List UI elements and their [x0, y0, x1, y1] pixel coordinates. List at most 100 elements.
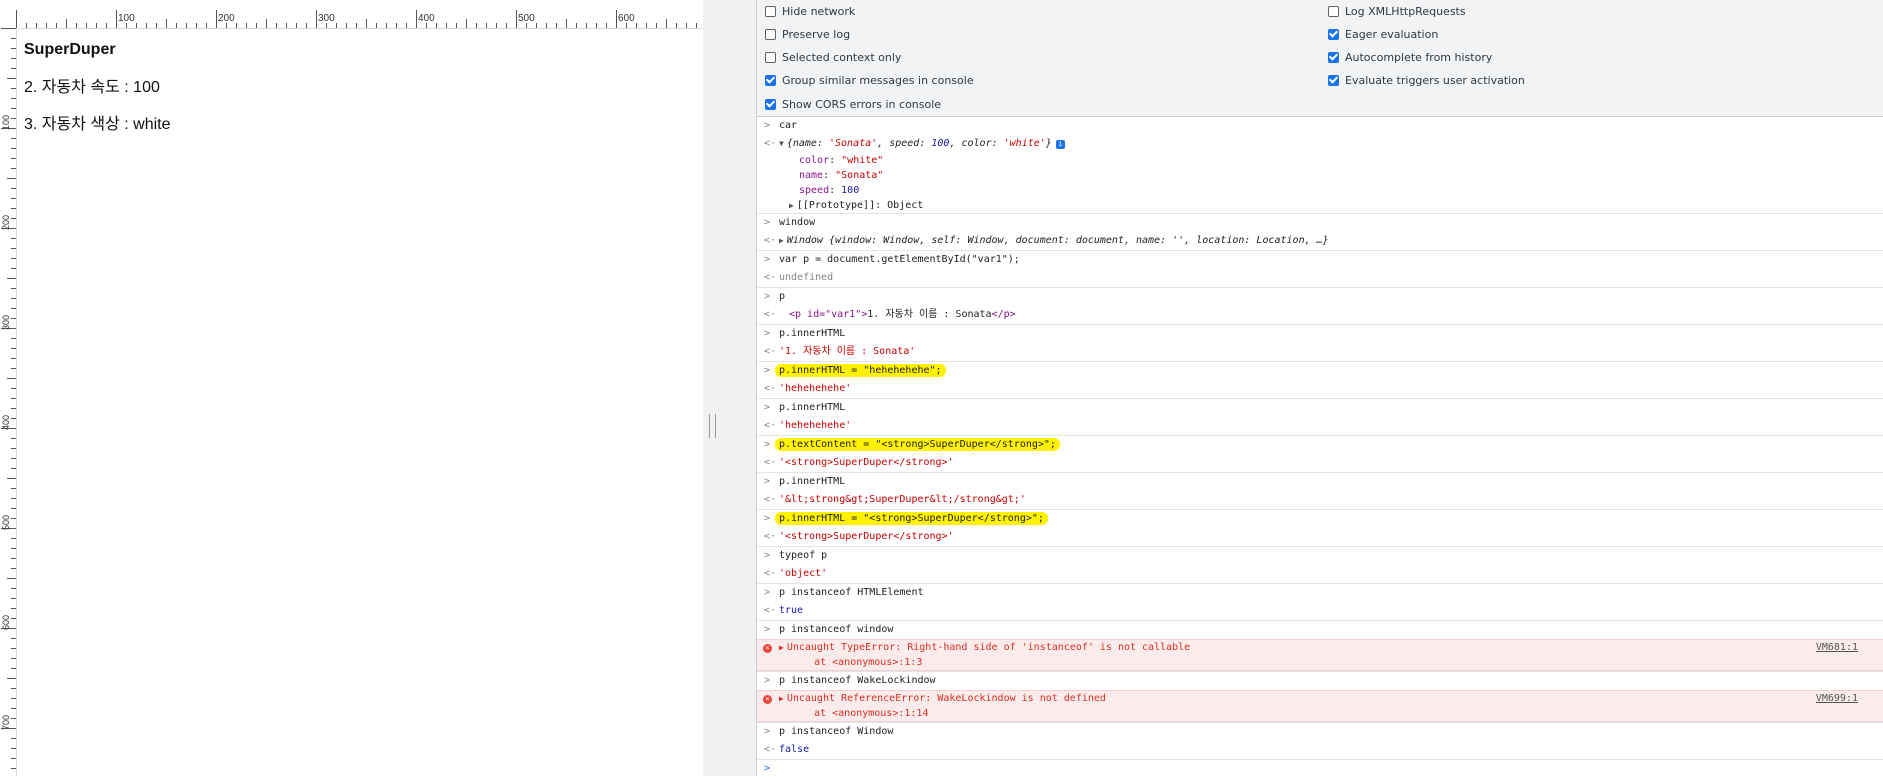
object-property: color: "white" — [799, 155, 884, 166]
console-settings: Hide network Preserve log Selected conte… — [757, 0, 1883, 117]
output-arrow-icon: <· — [764, 138, 777, 149]
output-arrow-icon: <· — [764, 309, 777, 320]
property-text: [[Prototype]]: Object — [796, 200, 924, 211]
expand-triangle-icon[interactable]: ▶ — [789, 201, 794, 210]
input-text: p.innerHTML — [779, 328, 846, 339]
input-prompt-icon: > — [764, 550, 771, 561]
input-prompt-icon: > — [764, 624, 771, 635]
error-stack: at <anonymous>:1:14 — [790, 708, 929, 719]
console-input: > typeof p — [757, 547, 1883, 565]
input-text: p.innerHTML — [779, 476, 846, 487]
input-prompt-icon: > — [764, 675, 771, 686]
source-link[interactable]: VM681:1 — [1816, 640, 1858, 655]
setting-autocomplete-history[interactable]: Autocomplete from history — [1328, 48, 1492, 66]
checkbox-checked[interactable] — [1328, 74, 1339, 86]
page-title: SuperDuper — [24, 41, 116, 58]
console-entry: > car <· ▼ {name: 'Sonata', speed: 100, col… — [757, 117, 1883, 214]
error-icon: × — [763, 695, 772, 704]
input-text: window — [779, 217, 816, 228]
console-entry: > var p = document.getElementById("var1")… — [757, 251, 1883, 288]
object-key: name — [792, 138, 817, 149]
ruler-label: 300 — [318, 13, 335, 24]
input-prompt-icon: > — [764, 476, 771, 487]
input-text-highlighted: p.textContent = "<strong>SuperDuper</str… — [775, 438, 1060, 451]
checkbox[interactable] — [1328, 5, 1339, 17]
console-entry: > p.innerHTML = "<strong>SuperDuper</stro… — [757, 510, 1883, 547]
console-error[interactable]: × ▶ Uncaught ReferenceError: WakeLockindow… — [757, 690, 1883, 722]
checkbox-checked[interactable] — [765, 74, 776, 86]
input-text: p instanceof window — [779, 624, 894, 635]
output-arrow-icon: <· — [764, 744, 777, 755]
console-output: <· '<strong>SuperDuper</strong>' — [757, 454, 1883, 472]
console-output[interactable]: <· ▶ Window {window: Window, self: Window,… — [757, 232, 1883, 250]
checkbox[interactable] — [765, 51, 776, 63]
property-key: name — [799, 170, 824, 181]
checkbox[interactable] — [765, 5, 776, 17]
output-text: '<strong>SuperDuper</strong>' — [779, 457, 954, 468]
checkbox[interactable] — [765, 28, 776, 40]
ruler-label: 200 — [218, 13, 235, 24]
console-output: <· false — [757, 741, 1883, 759]
input-text: p.innerHTML — [779, 402, 846, 413]
error-message: Uncaught TypeError: Right-hand side of '… — [786, 642, 1191, 653]
console-output: <·'object' — [757, 565, 1883, 583]
setting-selected-context-only[interactable]: Selected context only — [765, 48, 901, 66]
ruler-label: 400 — [418, 13, 435, 24]
html-open-tag: <p id="var1"> — [789, 309, 868, 320]
input-prompt-icon: > — [764, 402, 771, 413]
console-output: <· '1. 자동차 이름 : Sonata' — [757, 343, 1883, 361]
console-entry: > p.innerHTML = "hehehehehe"; <·'hehehehe… — [757, 362, 1883, 399]
checkbox-checked[interactable] — [1328, 28, 1339, 40]
property-value: 100 — [841, 185, 860, 196]
console-input: > p instanceof HTMLElement — [757, 584, 1883, 602]
console-entry: > window <· ▶ Window {window: Window, self:… — [757, 214, 1883, 251]
console-input: > p — [757, 288, 1883, 306]
ruler-label: 500 — [518, 13, 535, 24]
setting-log-xhr[interactable]: Log XMLHttpRequests — [1328, 2, 1466, 20]
console-entry: > p.innerHTML <· '1. 자동차 이름 : Sonata' — [757, 325, 1883, 362]
expand-triangle-icon[interactable]: ▶ — [779, 643, 784, 652]
ruler-label: 600 — [618, 13, 635, 24]
output-arrow-icon: <· — [764, 272, 777, 283]
setting-eager-evaluation[interactable]: Eager evaluation — [1328, 25, 1438, 43]
setting-hide-network[interactable]: Hide network — [765, 2, 855, 20]
expand-triangle-icon[interactable]: ▶ — [779, 236, 784, 245]
console-input: > var p = document.getElementById("var1")… — [757, 251, 1883, 269]
setting-label: Autocomplete from history — [1345, 50, 1493, 64]
page-content: SuperDuper 2. 자동차 속도 : 100 3. 자동차 색상 : w… — [24, 40, 704, 152]
panel-resize-handle[interactable] — [709, 414, 716, 438]
console-input: > window — [757, 214, 1883, 232]
expand-triangle-icon[interactable]: ▶ — [779, 694, 784, 703]
console-log: > car <· ▼ {name: 'Sonata', speed: 100, col… — [757, 117, 1883, 776]
console-prompt-input[interactable]: > — [757, 760, 1883, 778]
setting-evaluate-triggers[interactable]: Evaluate triggers user activation — [1328, 71, 1525, 89]
checkbox-checked[interactable] — [1328, 51, 1339, 63]
console-output[interactable]: <· <p id="var1">1. 자동차 이름 : Sonata</p> — [757, 306, 1883, 324]
console-input: > p.innerHTML — [757, 399, 1883, 417]
input-prompt-icon: > — [764, 439, 771, 450]
output-arrow-icon: <· — [764, 531, 777, 542]
setting-show-cors-errors[interactable]: Show CORS errors in console — [765, 95, 941, 113]
expand-triangle-icon[interactable]: ▼ — [779, 139, 784, 148]
checkbox-checked[interactable] — [765, 98, 776, 110]
console-entry: > p <· <p id="var1">1. 자동차 이름 : Sonata</p> — [757, 288, 1883, 325]
console-input: > p.innerHTML — [757, 473, 1883, 491]
setting-preserve-log[interactable]: Preserve log — [765, 25, 850, 43]
input-text-highlighted: p.innerHTML = "<strong>SuperDuper</stron… — [775, 512, 1048, 525]
console-input: > p.innerHTML — [757, 325, 1883, 343]
console-error[interactable]: × ▶ Uncaught TypeError: Right-hand side of… — [757, 639, 1883, 671]
info-icon[interactable]: i — [1055, 140, 1065, 149]
viewport-gutter — [703, 0, 756, 776]
output-arrow-icon: <· — [764, 235, 777, 246]
property-key: color — [799, 155, 830, 166]
prototype-property[interactable]: ▶ [[Prototype]]: Object — [757, 198, 1883, 213]
source-link[interactable]: VM699:1 — [1816, 691, 1858, 706]
setting-group-similar[interactable]: Group similar messages in console — [765, 71, 974, 89]
console-input: > p.textContent = "<strong>SuperDuper</st… — [757, 436, 1883, 454]
console-output[interactable]: <· ▼ {name: 'Sonata', speed: 100, color: '… — [757, 135, 1883, 153]
setting-label: Selected context only — [782, 50, 902, 64]
console-input: > p instanceof Window — [757, 723, 1883, 741]
object-value: 'white' — [1003, 138, 1046, 149]
output-text: 'object' — [779, 568, 828, 579]
horizontal-ruler: 100 200 300 400 500 600 700 — [0, 0, 756, 29]
